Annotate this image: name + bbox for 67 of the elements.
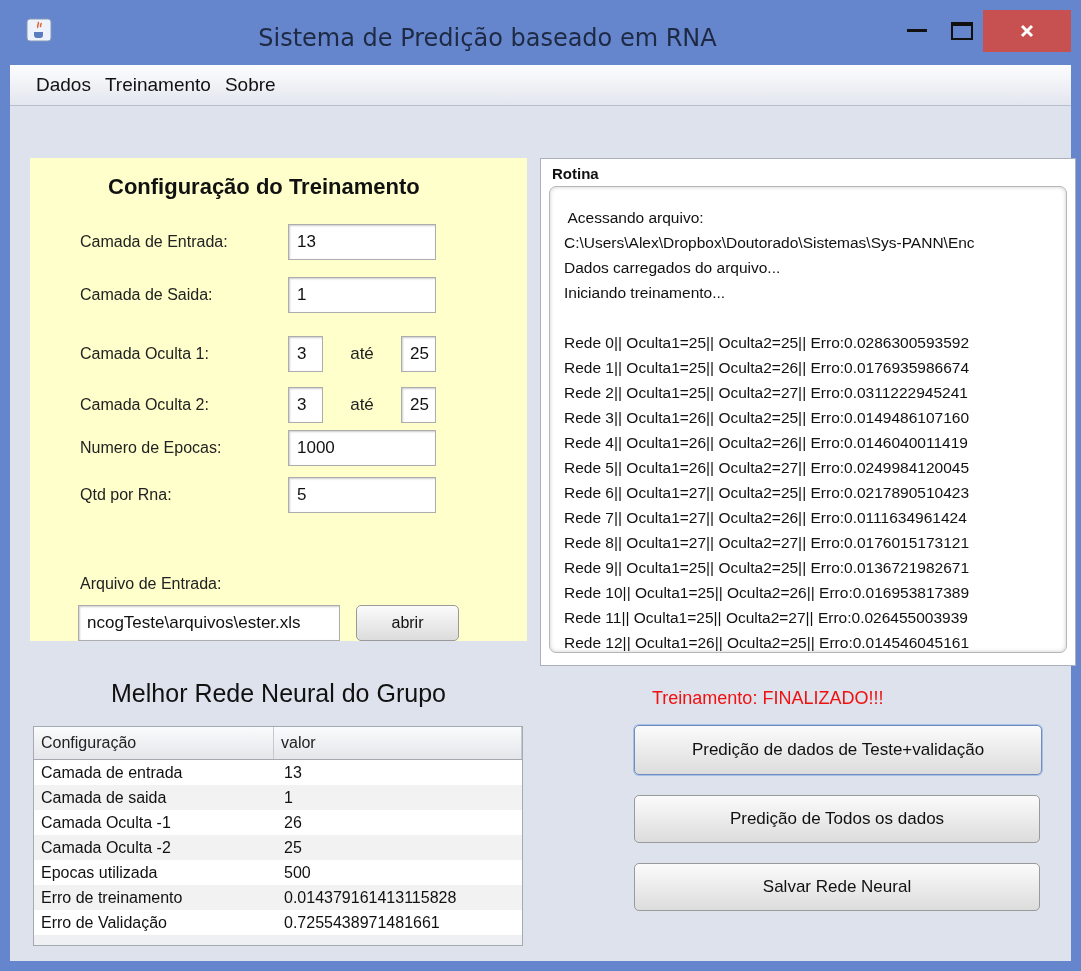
panel-title: Configuração do Treinamento <box>108 174 421 200</box>
input-field[interactable]: 1000 <box>288 430 436 466</box>
field-label: Camada Oculta 1: <box>80 344 210 363</box>
table-cell-text: 25 <box>283 837 303 858</box>
field-label: Camada de Entrada: <box>80 233 229 251</box>
java-cup-icon[interactable] <box>26 18 52 42</box>
log-line: Rede 7|| Oculta1=27|| Oculta2=26|| Erro:0.0111634961424 <box>564 508 968 528</box>
action-button[interactable]: Salvar Rede Neural <box>634 863 1040 911</box>
table-cell-text: 0.7255438971481661 <box>283 912 441 933</box>
table-cell-text: 500 <box>283 862 312 883</box>
log-line: Rede 10|| Oculta1=25|| Oculta2=26|| Erro:0.016953817389 <box>564 583 971 603</box>
log-line: Rede 9|| Oculta1=25|| Oculta2=25|| Erro:0.0136721982671 <box>564 558 971 578</box>
file-path-field[interactable]: ncogTeste\arquivos\ester.xls <box>78 605 340 641</box>
minimize-icon <box>907 29 927 33</box>
table-cell-text: Camada Oculta -2 <box>40 837 172 858</box>
log-line: Rede 8|| Oculta1=27|| Oculta2=27|| Erro:0.0176015173121 <box>564 533 971 553</box>
input-field[interactable]: 25 <box>401 335 436 372</box>
input-field[interactable]: 3 <box>288 335 323 372</box>
menu-item[interactable]: Sobre <box>224 74 276 96</box>
column-header[interactable]: Configuração <box>34 727 274 759</box>
log-line: Rede 3|| Oculta1=26|| Oculta2=25|| Erro:0.0149486107160 <box>564 408 971 428</box>
open-button[interactable]: abrir <box>356 605 459 641</box>
log-line: Dados carregados do arquivo... <box>564 258 782 278</box>
log-line: Rede 12|| Oculta1=26|| Oculta2=25|| Erro:0.014546045161 <box>564 633 971 652</box>
window-title: Sistema de Predição baseado em RNA <box>257 23 718 52</box>
maximize-icon <box>951 22 973 40</box>
table-cell-text: Camada Oculta -1 <box>40 812 172 833</box>
menu-item[interactable]: Treinamento <box>104 74 211 96</box>
log-line: Rede 1|| Oculta1=25|| Oculta2=26|| Erro:0.0176935986674 <box>564 358 971 378</box>
field-label: Numero de Epocas: <box>80 439 223 457</box>
log-line: Rede 11|| Oculta1=25|| Oculta2=27|| Erro:0.026455003939 <box>564 608 969 628</box>
table-cell-text: 26 <box>283 812 303 833</box>
field-label: Camada Oculta 2: <box>80 395 210 414</box>
table-cell-text: 13 <box>283 762 303 783</box>
log-line: Rede 4|| Oculta1=26|| Oculta2=26|| Erro:0.0146040011419 <box>564 433 969 453</box>
column-header[interactable]: valor <box>274 727 522 759</box>
input-field[interactable]: 25 <box>401 386 436 423</box>
field-label: Camada de Saida: <box>80 285 214 304</box>
close-icon <box>1020 24 1034 38</box>
menu-item[interactable]: Dados <box>36 74 91 96</box>
table-cell-text: 1 <box>283 787 294 808</box>
field-label: Qtd por Rna: <box>80 486 173 505</box>
panel-title: Rotina <box>552 165 600 182</box>
log-line: Rede 0|| Oculta1=25|| Oculta2=25|| Erro:0.0286300593592 <box>564 333 971 353</box>
log-line: Acessando arquivo: <box>566 208 705 228</box>
table-cell-text: 0.014379161413115828 <box>283 887 458 908</box>
table-cell-text: Erro de treinamento <box>40 887 184 908</box>
table-cell-text: Camada de saida <box>40 787 168 808</box>
log-line: Iniciando treinamento... <box>564 283 727 303</box>
input-field[interactable]: 5 <box>288 477 436 514</box>
field-label: Arquivo de Entrada: <box>80 575 223 593</box>
action-button[interactable]: Predição de Todos os dados <box>634 795 1040 843</box>
log-line: Rede 2|| Oculta1=25|| Oculta2=27|| Erro:0.0311222945241 <box>564 383 969 403</box>
input-field[interactable]: 13 <box>288 224 436 260</box>
table-cell-text: Camada de entrada <box>40 762 184 783</box>
input-field[interactable]: 1 <box>288 276 436 313</box>
status-text: Treinamento: FINALIZADO!!! <box>652 688 885 709</box>
log-line: Rede 5|| Oculta1=26|| Oculta2=27|| Erro:0.0249984120045 <box>564 458 971 478</box>
action-button[interactable]: Predição de dados de Teste+validação <box>634 725 1042 775</box>
range-separator: até <box>349 394 375 415</box>
log-line: C:\Users\Alex\Dropbox\Doutorado\Sistemas\Sys-PANN\Enc <box>564 233 976 253</box>
table-cell-text: Epocas utilizada <box>40 862 159 883</box>
log-line: Rede 6|| Oculta1=27|| Oculta2=25|| Erro:0.0217890510423 <box>564 483 971 503</box>
section-title: Melhor Rede Neural do Grupo <box>110 679 447 708</box>
input-field[interactable]: 3 <box>288 386 323 423</box>
table-cell-text: Erro de Validação <box>40 912 168 933</box>
range-separator: até <box>349 343 375 364</box>
